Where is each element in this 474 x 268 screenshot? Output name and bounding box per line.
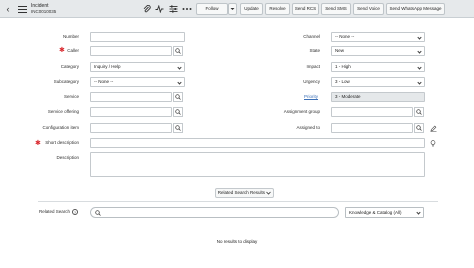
impact-select[interactable]: 1 - High [331, 62, 425, 72]
subcategory-select[interactable]: -- None -- [90, 77, 185, 87]
category-label: Category [60, 64, 79, 69]
send-voice-button[interactable]: Send Voice [353, 3, 384, 15]
search-icon [416, 125, 422, 131]
form-header: ‹ Incident INC0010035 Follow Update Reso… [0, 0, 474, 18]
related-search-results-label: Related Search Results [217, 190, 265, 195]
configuration-item-lookup-button[interactable] [173, 123, 183, 133]
related-search-label: Related Search [38, 209, 70, 214]
send-whatsapp-button[interactable]: Send WhatsApp Message [386, 3, 445, 15]
assignment-group-lookup-button[interactable] [414, 107, 424, 117]
search-source-select[interactable]: Knowledge & Catalog (All) [345, 207, 424, 218]
send-rcs-button[interactable]: Send RCS [292, 3, 319, 15]
required-indicator: ✱ [35, 140, 41, 147]
subcategory-label: Subcategory [53, 79, 79, 84]
menu-icon[interactable] [18, 4, 28, 14]
state-label: State [309, 48, 320, 53]
priority-field: 3 - Moderate [331, 92, 425, 102]
urgency-label: Urgency [303, 79, 320, 84]
state-select[interactable]: New [331, 46, 425, 56]
description-label: Description [56, 155, 79, 160]
configuration-item-label: Configuration item [42, 125, 79, 130]
short-description-label: Short description [45, 140, 79, 145]
resolve-button[interactable]: Resolve [265, 3, 290, 15]
caller-lookup-button[interactable] [173, 46, 183, 56]
search-icon [175, 94, 181, 100]
chevron-down-icon [266, 191, 272, 195]
priority-link[interactable]: Priority [304, 93, 318, 101]
dropdown-caret-icon [230, 8, 235, 10]
pencil-person-icon [430, 125, 436, 132]
assigned-to-label: Assigned to [296, 125, 320, 130]
follow-button[interactable]: Follow [196, 3, 228, 15]
channel-select[interactable]: -- None -- [331, 32, 425, 42]
service-offering-lookup-button[interactable] [173, 107, 183, 117]
assign-to-me-button[interactable] [428, 123, 438, 133]
service-lookup-button[interactable] [173, 92, 183, 102]
info-icon[interactable]: ? [72, 209, 78, 215]
assignment-group-label: Assignment group [283, 109, 320, 114]
service-field[interactable] [90, 92, 172, 102]
back-icon[interactable]: ‹ [4, 4, 12, 14]
configuration-item-field[interactable] [90, 123, 172, 133]
search-icon [416, 109, 422, 115]
category-select[interactable]: Inquiry / Help [90, 62, 185, 72]
send-sms-button[interactable]: Send SMS [321, 3, 351, 15]
settings-sliders-icon[interactable] [168, 3, 179, 15]
no-results-message: No results to display [216, 239, 258, 244]
search-icon [175, 48, 181, 54]
short-description-field[interactable] [90, 138, 425, 148]
caller-label: Caller [67, 48, 79, 53]
related-search-results-button[interactable]: Related Search Results [215, 188, 274, 198]
update-button[interactable]: Update [240, 3, 263, 15]
section-divider [38, 201, 438, 202]
channel-label: Channel [303, 34, 320, 39]
service-label: Service [63, 94, 79, 99]
number-field[interactable] [90, 32, 185, 42]
search-icon [175, 109, 181, 115]
number-label: Number [62, 34, 79, 39]
description-textarea[interactable] [90, 152, 425, 177]
service-offering-label: Service offering [47, 109, 79, 114]
record-number: INC0010035 [31, 9, 57, 14]
suggestion-button[interactable] [428, 138, 438, 148]
assignment-group-field[interactable] [331, 107, 413, 117]
search-icon [95, 210, 101, 216]
lightbulb-icon [430, 139, 436, 146]
caller-field[interactable] [90, 46, 172, 56]
impact-label: Impact [306, 64, 320, 69]
service-offering-field[interactable] [90, 107, 172, 117]
more-icon[interactable] [181, 3, 192, 15]
search-icon [175, 125, 181, 131]
paperclip-icon[interactable] [141, 3, 152, 15]
urgency-select[interactable]: 3 - Low [331, 77, 425, 87]
assigned-to-lookup-button[interactable] [414, 123, 424, 133]
assigned-to-field[interactable] [331, 123, 413, 133]
activity-icon[interactable] [154, 3, 165, 15]
follow-dropdown-button[interactable] [228, 3, 237, 15]
related-search-input[interactable] [90, 207, 339, 218]
required-indicator: ✱ [59, 47, 65, 54]
